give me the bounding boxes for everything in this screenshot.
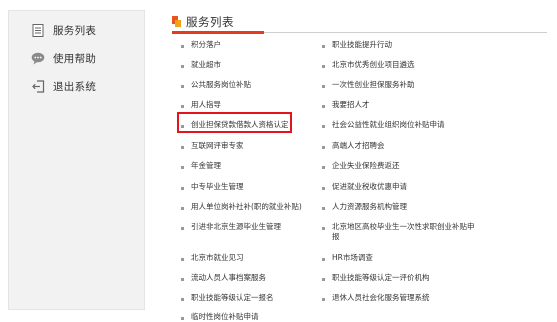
service-label: 引进非北京生源毕业生管理 (191, 222, 281, 231)
service-link-public-welfare-post-subsidy[interactable]: 社会公益性就业组织岗位补贴申请 (322, 120, 445, 130)
service-label: 职业技能等级认定一评价机构 (332, 273, 430, 282)
service-label: 我要招人才 (332, 100, 370, 109)
service-link-public-post-subsidy[interactable]: 公共服务岗位补贴 (181, 80, 251, 90)
service-link-hr-market-survey[interactable]: HR市场调查 (322, 253, 373, 263)
service-label: 人力资源服务机构管理 (332, 202, 407, 211)
service-label: 用人指导 (191, 100, 221, 109)
service-link-one-time-startup-subsidy[interactable]: 一次性创业担保服务补助 (322, 80, 415, 90)
service-link-annuity-management[interactable]: 年金管理 (181, 161, 221, 171)
service-link-points-settlement[interactable]: 积分落户 (181, 40, 221, 50)
page: 服务列表 使用帮助 退出系统 服务列表 积分落户 就业超市 公共服务岗位补贴 用… (0, 0, 557, 322)
sidebar-item-service-list[interactable]: 服务列表 (31, 21, 96, 39)
service-link-beijing-internship[interactable]: 北京市就业见习 (181, 253, 244, 263)
service-link-internet-review-experts[interactable]: 互联网评审专家 (181, 141, 244, 151)
document-icon (31, 23, 45, 37)
service-label: 积分落户 (191, 40, 221, 49)
service-label: 退休人员社会化服务管理系统 (332, 293, 430, 302)
exit-icon (31, 79, 45, 93)
sidebar-item-logout[interactable]: 退出系统 (31, 77, 96, 95)
service-link-floating-personnel-archives[interactable]: 流动人员人事档案服务 (181, 273, 266, 283)
service-label: 年金管理 (191, 161, 221, 170)
service-label: 社会公益性就业组织岗位补贴申请 (332, 120, 445, 129)
service-link-job-market[interactable]: 就业超市 (181, 60, 221, 70)
service-label: 临时性岗位补贴申请 (191, 312, 259, 321)
service-label: 促进就业税收优惠申请 (332, 182, 407, 191)
chat-bubble-icon (31, 51, 45, 65)
section-header: 服务列表 (172, 12, 547, 34)
title-underline (172, 31, 264, 34)
service-label: 高端人才招聘会 (332, 141, 385, 150)
service-label: 职业技能等级认定一报名 (191, 293, 274, 302)
service-link-skill-upgrade-action[interactable]: 职业技能提升行动 (322, 40, 392, 50)
service-label: 流动人员人事档案服务 (191, 273, 266, 282)
service-link-employment-tax-benefit[interactable]: 促进就业税收优惠申请 (322, 182, 407, 192)
title-marker-icon (172, 16, 181, 27)
service-label: 企业失业保险费返还 (332, 161, 400, 170)
service-label: 用人单位岗补社补(职的就业补贴) (191, 202, 302, 211)
service-label: 北京市优秀创业项目遴选 (332, 60, 415, 69)
service-link-skill-level-registration[interactable]: 职业技能等级认定一报名 (181, 293, 274, 303)
service-link-unemployment-insurance-refund[interactable]: 企业失业保险费返还 (322, 161, 400, 171)
service-label: 就业超市 (191, 60, 221, 69)
service-link-hr-agency-management[interactable]: 人力资源服务机构管理 (322, 202, 407, 212)
service-link-startup-project-selection[interactable]: 北京市优秀创业项目遴选 (322, 60, 415, 70)
service-label: 一次性创业担保服务补助 (332, 80, 415, 89)
sidebar-item-label: 退出系统 (53, 80, 97, 93)
service-label: 公共服务岗位补贴 (191, 80, 251, 89)
service-link-temp-post-subsidy[interactable]: 临时性岗位补贴申请 (181, 312, 259, 322)
service-label: 北京地区高校毕业生一次性求职创业补贴申报 (332, 222, 475, 241)
sidebar: 服务列表 使用帮助 退出系统 (8, 10, 145, 310)
service-label: 职业技能提升行动 (332, 40, 392, 49)
service-link-employer-guidance[interactable]: 用人指导 (181, 100, 221, 110)
service-link-graduate-job-seeking-subsidy[interactable]: 北京地区高校毕业生一次性求职创业补贴申报 (322, 222, 477, 242)
service-label: 北京市就业见习 (191, 253, 244, 262)
service-link-vocational-graduate-mgmt[interactable]: 中专毕业生管理 (181, 182, 244, 192)
service-link-retiree-management-system[interactable]: 退休人员社会化服务管理系统 (322, 293, 430, 303)
page-title: 服务列表 (186, 15, 234, 29)
sidebar-item-help[interactable]: 使用帮助 (31, 49, 96, 67)
sidebar-item-label: 服务列表 (53, 24, 97, 37)
service-link-skill-level-evaluation-agency[interactable]: 职业技能等级认定一评价机构 (322, 273, 430, 283)
highlight-box (177, 112, 292, 133)
service-link-recruit-talent[interactable]: 我要招人才 (322, 100, 370, 110)
sidebar-item-label: 使用帮助 (53, 52, 97, 65)
service-label: 中专毕业生管理 (191, 182, 244, 191)
service-label: 互联网评审专家 (191, 141, 244, 150)
service-link-high-end-talent-fair[interactable]: 高端人才招聘会 (322, 141, 385, 151)
service-link-non-beijing-graduate-mgmt[interactable]: 引进非北京生源毕业生管理 (181, 222, 281, 232)
service-link-employer-post-social-subsidy[interactable]: 用人单位岗补社补(职的就业补贴) (181, 202, 302, 212)
service-label: HR市场调查 (332, 253, 373, 262)
